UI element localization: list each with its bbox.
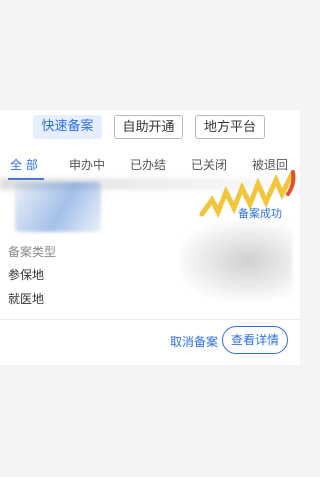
- tab-quick-filing[interactable]: 快速备案: [33, 115, 102, 139]
- card-divider: [0, 319, 300, 320]
- tab-self-service[interactable]: 自助开通: [114, 115, 183, 139]
- mode-tab-bar: 快速备案 自助开通 地方平台: [0, 115, 300, 141]
- status-tab-processing[interactable]: 申办中: [69, 154, 105, 176]
- status-tab-completed[interactable]: 已办结: [130, 154, 166, 176]
- view-details-button[interactable]: 查看详情: [222, 326, 288, 354]
- cancel-filing-link[interactable]: 取消备案: [170, 333, 218, 350]
- medical-place-label: 就医地: [8, 292, 45, 306]
- redaction-scribble-blue: [15, 182, 101, 232]
- status-badge: 备案成功: [238, 207, 282, 220]
- redaction-scribble-gray: [180, 222, 292, 300]
- filing-type-label: 备案类型: [8, 245, 57, 259]
- tab-local-platform[interactable]: 地方平台: [195, 115, 265, 139]
- insured-place-label: 参保地: [8, 268, 45, 282]
- status-tab-all[interactable]: 全 部: [10, 154, 38, 176]
